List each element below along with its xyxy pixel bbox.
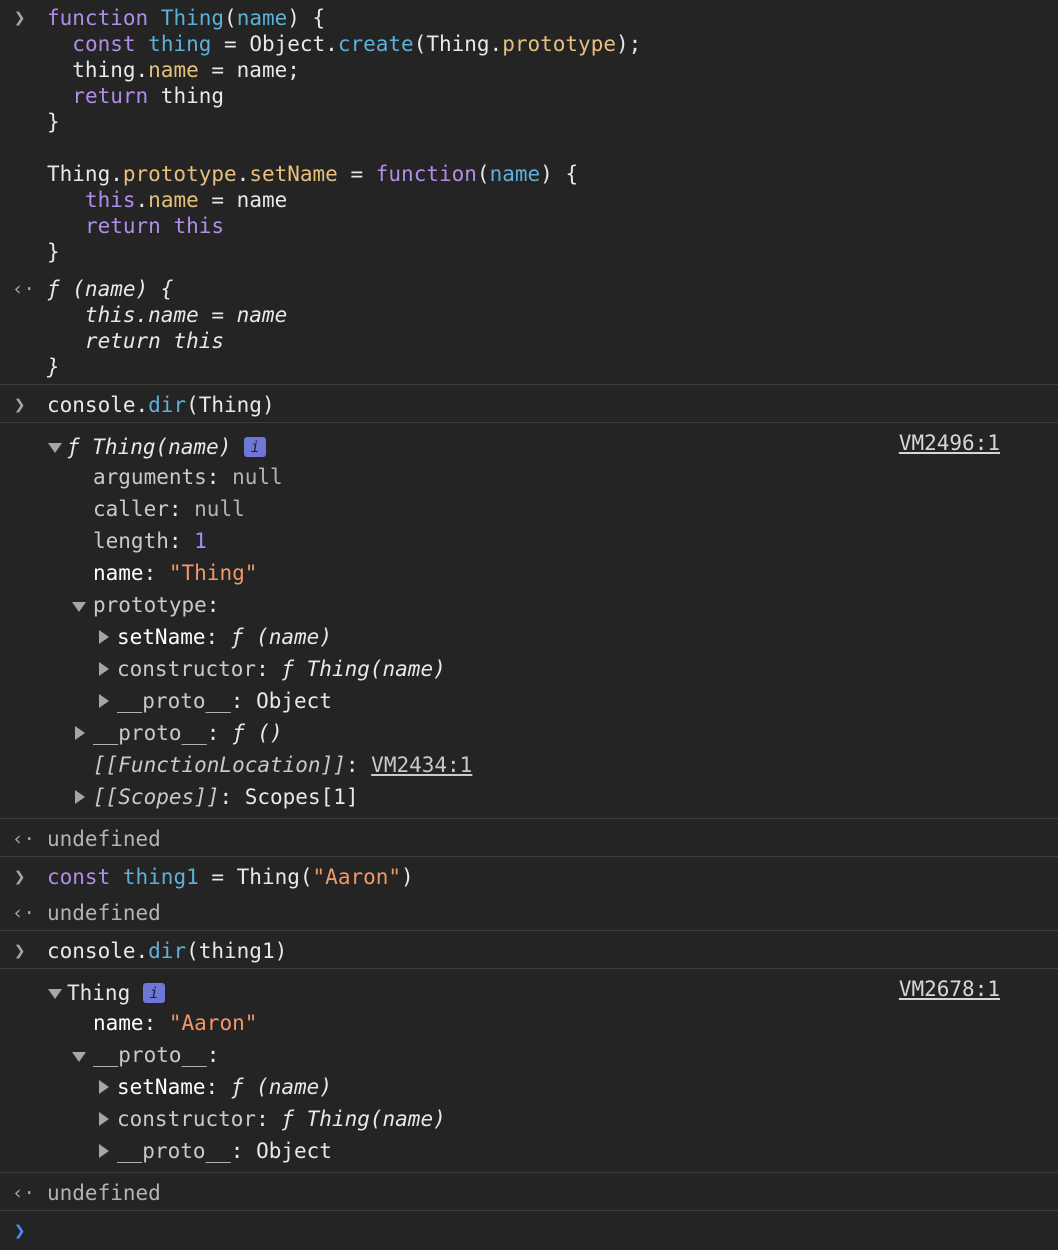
code-line: function Thing(name) { — [47, 6, 326, 30]
triangle-right-icon[interactable] — [75, 726, 85, 740]
property-row[interactable]: setName: ƒ (name) — [117, 1074, 332, 1100]
code-line: Thing.prototype.setName = function(name)… — [47, 162, 579, 186]
return-arrow-icon: ‹· — [12, 278, 35, 300]
triangle-right-icon[interactable] — [75, 790, 85, 804]
property-row: arguments: null — [93, 465, 283, 489]
property-row: length: 1 — [93, 529, 207, 553]
code-line: this.name = name — [84, 188, 288, 212]
chevron-right-icon: ❯ — [14, 940, 26, 962]
divider — [0, 384, 1058, 385]
property-row[interactable]: __proto__: ƒ () — [93, 720, 283, 746]
divider — [0, 930, 1058, 931]
chevron-right-icon: ❯ — [14, 394, 26, 416]
property-row: name: "Thing" — [93, 561, 258, 585]
code-line: return thing — [72, 84, 225, 108]
property-row: name: "Aaron" — [93, 1011, 258, 1035]
property-row[interactable]: constructor: ƒ Thing(name) — [117, 656, 446, 682]
function-location-link[interactable]: VM2434:1 — [371, 753, 472, 777]
code-line: console.dir(Thing) — [47, 393, 275, 417]
triangle-down-icon[interactable] — [72, 1052, 86, 1062]
result-line: undefined — [47, 901, 161, 925]
object-header[interactable]: ƒ Thing(name) i — [67, 434, 267, 460]
result-line: return this — [47, 329, 225, 353]
property-row[interactable]: setName: ƒ (name) — [117, 624, 332, 650]
divider — [0, 422, 1058, 423]
property-row: [[FunctionLocation]]: VM2434:1 — [93, 753, 473, 777]
code-line: } — [47, 240, 60, 264]
code-line: console.dir(thing1) — [47, 939, 288, 963]
property-row[interactable]: [[Scopes]]: Scopes[1] — [93, 784, 359, 810]
return-arrow-icon: ‹· — [12, 902, 35, 924]
code-line: return this — [84, 214, 225, 238]
code-line: const thing = Object.create(Thing.protot… — [72, 32, 642, 56]
triangle-right-icon[interactable] — [99, 1144, 109, 1158]
result-line: } — [47, 355, 60, 379]
divider — [0, 818, 1058, 819]
triangle-right-icon[interactable] — [99, 1080, 109, 1094]
divider — [0, 1172, 1058, 1173]
result-line: undefined — [47, 1181, 161, 1205]
property-row[interactable]: __proto__: Object — [117, 1138, 332, 1164]
property-row[interactable]: constructor: ƒ Thing(name) — [117, 1106, 446, 1132]
object-header[interactable]: Thing i — [67, 980, 165, 1006]
chevron-right-icon: ❯ — [14, 866, 26, 888]
source-link[interactable]: VM2678:1 — [899, 976, 1000, 1002]
property-row-proto[interactable]: __proto__: — [93, 1042, 219, 1068]
property-row-prototype[interactable]: prototype: — [93, 592, 219, 618]
chevron-right-icon: ❯ — [14, 7, 26, 29]
divider — [0, 968, 1058, 969]
code-line: const thing1 = Thing("Aaron") — [47, 865, 414, 889]
triangle-right-icon[interactable] — [99, 662, 109, 676]
result-line: this.name = name — [47, 303, 288, 327]
triangle-down-icon[interactable] — [48, 443, 62, 453]
return-arrow-icon: ‹· — [12, 828, 35, 850]
info-icon[interactable]: i — [142, 983, 165, 1003]
divider — [0, 856, 1058, 857]
result-line: undefined — [47, 827, 161, 851]
console-input[interactable] — [47, 1218, 1027, 1244]
result-line: ƒ (name) { — [47, 277, 174, 301]
divider — [0, 1210, 1058, 1211]
triangle-down-icon[interactable] — [48, 989, 62, 999]
property-row[interactable]: __proto__: Object — [117, 688, 332, 714]
triangle-right-icon[interactable] — [99, 630, 109, 644]
triangle-right-icon[interactable] — [99, 694, 109, 708]
chevron-right-icon: ❯ — [14, 1220, 26, 1242]
code-line: } — [47, 110, 60, 134]
property-row: caller: null — [93, 497, 245, 521]
return-arrow-icon: ‹· — [12, 1182, 35, 1204]
code-line: thing.name = name; — [47, 58, 300, 82]
triangle-right-icon[interactable] — [99, 1112, 109, 1126]
source-link[interactable]: VM2496:1 — [899, 430, 1000, 456]
triangle-down-icon[interactable] — [72, 602, 86, 612]
info-icon[interactable]: i — [244, 437, 267, 457]
